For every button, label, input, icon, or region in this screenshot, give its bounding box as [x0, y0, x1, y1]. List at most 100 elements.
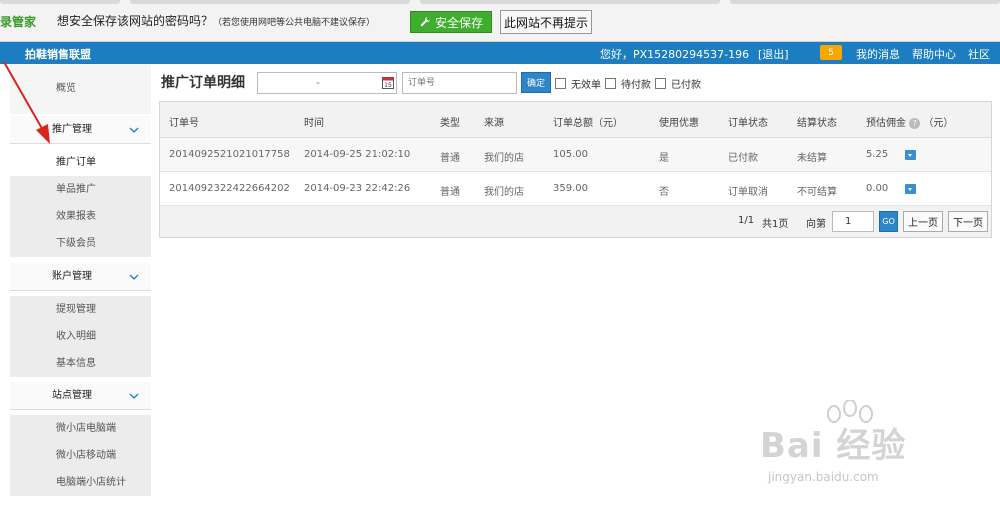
logout-link[interactable]: [退出] [758, 46, 789, 62]
question-text: 想安全保存该网站的密码吗？ [57, 14, 214, 28]
tab-strip-edge [0, 0, 120, 4]
my-messages-link[interactable]: 我的消息 [856, 46, 900, 62]
watermark-url: jingyan.baidu.com [768, 470, 879, 484]
next-page-button[interactable]: 下一页 [948, 211, 988, 232]
filter-label: 已付款 [671, 80, 701, 91]
top-header: 拍鞋销售联盟 您好，PX15280294537-196 [退出] 5 我的消息 … [0, 42, 1000, 64]
col-order-number: 订单号 [169, 118, 199, 129]
sidebar-item-shop-pc-stats[interactable]: 电脑端小店统计 [10, 469, 151, 496]
col-source: 来源 [484, 118, 504, 129]
col-order-total: 订单总额（元） [553, 118, 623, 129]
question-icon[interactable]: ? [909, 117, 921, 129]
filter-label: 待付款 [621, 80, 651, 91]
table-row[interactable]: 2014092521021017758 2014-09-25 21:02:10 … [160, 138, 991, 172]
wrench-icon [420, 17, 430, 27]
sidebar-group-label: 账户管理 [52, 271, 92, 282]
checkbox[interactable] [605, 78, 616, 89]
safe-save-button[interactable]: 安全保存 [410, 11, 492, 33]
sidebar-item-shop-pc[interactable]: 微小店电脑端 [10, 415, 151, 442]
cell-source: 我们的店 [484, 187, 524, 198]
message-count-badge[interactable]: 5 [820, 45, 842, 60]
expand-dropdown-icon[interactable] [905, 150, 916, 160]
sidebar-group-label: 站点管理 [52, 390, 92, 401]
col-unit-label: （元） [923, 118, 954, 129]
cell-discount: 是 [659, 153, 669, 164]
tab-strip-edge [420, 0, 720, 4]
col-settle-status: 结算状态 [797, 118, 837, 129]
filter-invalid-orders[interactable]: 无效单 [555, 76, 601, 91]
sidebar-item-shop-mobile[interactable]: 微小店移动端 [10, 442, 151, 469]
sidebar-item-withdraw[interactable]: 提现管理 [10, 296, 151, 323]
orders-table: 订单号 时间 类型 来源 订单总额（元） 使用优惠 订单状态 结算状态 预估佣金… [159, 101, 992, 238]
watermark-brand: Bai 经验 [760, 426, 907, 466]
sidebar-item-sub-members[interactable]: 下级会员 [10, 230, 151, 257]
question-hint: （若您使用网吧等公共电脑不建议保存） [213, 18, 376, 28]
cell-discount: 否 [659, 187, 669, 198]
page-info: 1/1 [738, 215, 755, 226]
table-row[interactable]: 2014092322422664202 2014-09-23 22:42:26 … [160, 172, 991, 206]
col-type: 类型 [440, 118, 460, 129]
page-total: 共1页 [762, 219, 789, 230]
table-header: 订单号 时间 类型 来源 订单总额（元） 使用优惠 订单状态 结算状态 预估佣金… [160, 102, 991, 138]
date-range-picker[interactable]: - 15 [257, 72, 397, 94]
chevron-down-icon [129, 274, 139, 280]
chevron-down-icon [129, 393, 139, 399]
tab-strip-edge [130, 0, 410, 4]
order-number-input[interactable] [402, 72, 517, 94]
sidebar-item-single-product[interactable]: 单品推广 [10, 176, 151, 203]
go-button[interactable]: GO [879, 211, 898, 232]
cell-est-commission: 0.00 [866, 183, 889, 194]
col-order-status: 订单状态 [728, 118, 768, 129]
community-link[interactable]: 社区 [968, 46, 990, 62]
col-discount: 使用优惠 [659, 118, 699, 129]
col-time: 时间 [304, 118, 324, 129]
cell-order-total: 359.00 [553, 183, 588, 194]
expand-dropdown-icon[interactable] [905, 184, 916, 194]
filter-paid[interactable]: 已付款 [655, 76, 701, 91]
cell-order-number: 2014092322422664202 [169, 183, 290, 194]
sidebar-item-effect-report[interactable]: 效果报表 [10, 203, 151, 230]
sidebar-item-basic-info[interactable]: 基本信息 [10, 350, 151, 377]
cell-order-status: 已付款 [728, 153, 758, 164]
chevron-down-icon [129, 127, 139, 133]
filter-pending-payment[interactable]: 待付款 [605, 76, 651, 91]
col-est-commission-label: 预估佣金 [866, 118, 906, 129]
cell-type: 普通 [440, 187, 460, 198]
safe-save-label: 安全保存 [434, 15, 483, 30]
goto-label: 向第 [806, 219, 826, 230]
never-remind-button[interactable]: 此网站不再提示 [500, 10, 592, 34]
cell-time: 2014-09-25 21:02:10 [304, 149, 411, 160]
password-save-bar: 登录管家 想安全保存该网站的密码吗？（若您使用网吧等公共电脑不建议保存） 安全保… [0, 0, 1000, 42]
confirm-button[interactable]: 确定 [521, 72, 551, 93]
svg-text:15: 15 [384, 82, 392, 89]
sidebar-group-account[interactable]: 账户管理 [10, 263, 151, 291]
cell-order-number: 2014092521021017758 [169, 149, 290, 160]
cell-est-commission: 5.25 [866, 149, 889, 160]
checkbox[interactable] [555, 78, 566, 89]
pagination: 1/1 共1页 向第 GO 上一页 下一页 [160, 206, 991, 237]
sidebar-group-site[interactable]: 站点管理 [10, 382, 151, 410]
filter-label: 无效单 [571, 80, 601, 91]
password-manager-brand: 登录管家 [0, 15, 37, 29]
checkbox[interactable] [655, 78, 666, 89]
cell-type: 普通 [440, 153, 460, 164]
save-password-question: 想安全保存该网站的密码吗？（若您使用网吧等公共电脑不建议保存） [57, 12, 375, 29]
cell-order-status: 订单取消 [728, 187, 768, 198]
user-greeting: 您好，PX15280294537-196 [600, 48, 750, 61]
cell-settle-status: 未结算 [797, 153, 827, 164]
page-number-input[interactable] [832, 211, 874, 232]
cell-source: 我们的店 [484, 153, 524, 164]
sidebar-item-income-detail[interactable]: 收入明细 [10, 323, 151, 350]
help-center-link[interactable]: 帮助中心 [912, 46, 956, 62]
sidebar-item-promotion-orders[interactable]: 推广订单 [24, 149, 151, 176]
cell-time: 2014-09-23 22:42:26 [304, 183, 411, 194]
annotation-arrow-icon [3, 61, 50, 144]
date-separator: - [316, 76, 320, 89]
cell-order-total: 105.00 [553, 149, 588, 160]
page-title: 推广订单明细 [161, 75, 245, 91]
baidu-jingyan-watermark: Bai 经验 jingyan.baidu.com [760, 400, 950, 500]
prev-page-button[interactable]: 上一页 [903, 211, 943, 232]
calendar-icon[interactable]: 15 [382, 76, 394, 89]
tab-strip-edge [730, 0, 1000, 4]
cell-settle-status: 不可结算 [797, 187, 837, 198]
